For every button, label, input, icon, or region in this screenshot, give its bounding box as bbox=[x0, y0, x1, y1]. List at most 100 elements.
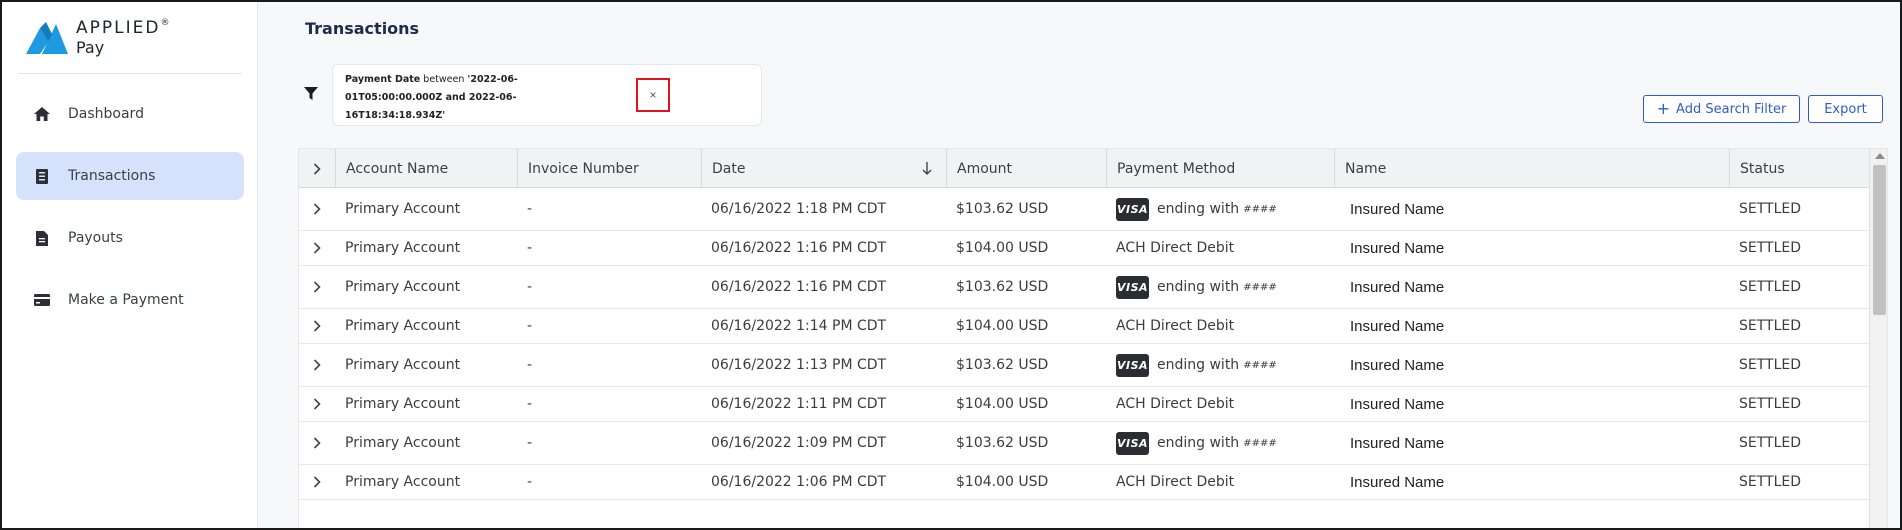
applied-logo-mark-icon bbox=[26, 22, 68, 54]
sidebar-item-label: Dashboard bbox=[68, 106, 144, 122]
table-row[interactable]: Primary Account - 06/16/2022 1:09 PM CDT $1… bbox=[299, 422, 1869, 465]
column-header-label: Status bbox=[1740, 160, 1785, 177]
column-header-label: Invoice Number bbox=[528, 160, 639, 177]
cell-payment-method: ACH Direct Debit bbox=[1106, 309, 1334, 343]
filter-value-part3: 16T18:34:18.934Z' bbox=[345, 110, 446, 121]
table-row[interactable]: Primary Account - 06/16/2022 1:16 PM CDT $1… bbox=[299, 231, 1869, 266]
expand-all-button[interactable] bbox=[299, 149, 335, 188]
cell-name: Insured Name bbox=[1350, 278, 1445, 296]
chevron-right-icon bbox=[313, 162, 321, 175]
export-label: Export bbox=[1824, 101, 1867, 117]
chevron-right-icon bbox=[313, 398, 321, 410]
chevron-right-icon bbox=[313, 242, 321, 254]
cell-invoice-number: - bbox=[527, 396, 533, 412]
cell-date: 06/16/2022 1:18 PM CDT bbox=[711, 201, 887, 217]
add-search-filter-button[interactable]: + Add Search Filter bbox=[1643, 95, 1800, 123]
column-header-amount[interactable]: Amount bbox=[946, 149, 1106, 188]
card-ending-text: ending with bbox=[1157, 201, 1240, 217]
cell-account-name: Primary Account bbox=[345, 357, 461, 373]
receipt-icon bbox=[32, 166, 52, 186]
chevron-right-icon bbox=[313, 320, 321, 332]
card-last4: #### bbox=[1243, 437, 1277, 449]
cell-account-name: Primary Account bbox=[345, 474, 461, 490]
sidebar-item-dashboard[interactable]: Dashboard bbox=[16, 90, 244, 138]
visa-card-icon: VISA bbox=[1116, 275, 1149, 299]
cell-status: SETTLED bbox=[1739, 318, 1802, 334]
export-button[interactable]: Export bbox=[1808, 95, 1883, 123]
scrollbar-thumb[interactable] bbox=[1873, 165, 1886, 315]
table-row[interactable]: Primary Account - 06/16/2022 1:16 PM CDT $1… bbox=[299, 266, 1869, 309]
card-ending-text: ending with bbox=[1157, 279, 1240, 295]
cell-status: SETTLED bbox=[1739, 474, 1802, 490]
table-scrollbar[interactable] bbox=[1869, 149, 1887, 528]
table-row[interactable]: Primary Account - 06/16/2022 1:11 PM CDT $1… bbox=[299, 387, 1869, 422]
cell-invoice-number: - bbox=[527, 435, 533, 451]
cell-amount: $104.00 USD bbox=[956, 240, 1049, 256]
cell-name: Insured Name bbox=[1350, 317, 1445, 335]
filter-value-part1: '2022-06- bbox=[467, 74, 518, 85]
sidebar-item-label: Payouts bbox=[68, 230, 123, 246]
cell-name: Insured Name bbox=[1350, 356, 1445, 374]
card-last4: #### bbox=[1243, 281, 1277, 293]
sidebar-item-make-a-payment[interactable]: Make a Payment bbox=[16, 276, 244, 324]
expand-row-button[interactable] bbox=[299, 266, 335, 308]
transactions-table: Account Name Invoice Number Date Amount … bbox=[298, 148, 1888, 528]
table-row[interactable]: Primary Account - 06/16/2022 1:18 PM CDT $1… bbox=[299, 188, 1869, 231]
expand-row-button[interactable] bbox=[299, 465, 335, 499]
expand-row-button[interactable] bbox=[299, 188, 335, 230]
cell-date: 06/16/2022 1:11 PM CDT bbox=[711, 396, 887, 412]
sidebar-item-payouts[interactable]: Payouts bbox=[16, 214, 244, 262]
column-header-date[interactable]: Date bbox=[701, 149, 946, 188]
cell-status: SETTLED bbox=[1739, 357, 1802, 373]
table-row[interactable]: Primary Account - 06/16/2022 1:06 PM CDT $1… bbox=[299, 465, 1869, 500]
column-header-invoice-number[interactable]: Invoice Number bbox=[517, 149, 701, 188]
sort-descending-icon bbox=[922, 162, 932, 175]
column-header-name[interactable]: Name bbox=[1334, 149, 1729, 188]
visa-card-icon: VISA bbox=[1116, 431, 1149, 455]
column-header-status[interactable]: Status bbox=[1729, 149, 1869, 188]
payment-method-text: ACH Direct Debit bbox=[1116, 396, 1235, 412]
chevron-right-icon bbox=[313, 281, 321, 293]
chevron-right-icon bbox=[313, 476, 321, 488]
cell-account-name: Primary Account bbox=[345, 435, 461, 451]
remove-filter-button[interactable]: × bbox=[636, 78, 670, 112]
filter-description: Payment Date between '2022-06- 01T05:00:… bbox=[345, 71, 525, 125]
cell-invoice-number: - bbox=[527, 357, 533, 373]
cell-date: 06/16/2022 1:13 PM CDT bbox=[711, 357, 887, 373]
table-row[interactable]: Primary Account - 06/16/2022 1:14 PM CDT $1… bbox=[299, 309, 1869, 344]
active-filter-chip: Payment Date between '2022-06- 01T05:00:… bbox=[332, 64, 762, 126]
expand-row-button[interactable] bbox=[299, 387, 335, 421]
visa-card-icon: VISA bbox=[1116, 197, 1149, 221]
expand-row-button[interactable] bbox=[299, 309, 335, 343]
sidebar-item-label: Transactions bbox=[68, 168, 156, 184]
filter-operator: between bbox=[423, 74, 465, 85]
sidebar-item-transactions[interactable]: Transactions bbox=[16, 152, 244, 200]
applied-pay-logo[interactable]: APPLIED® Pay bbox=[26, 18, 206, 58]
expand-row-button[interactable] bbox=[299, 422, 335, 464]
expand-row-button[interactable] bbox=[299, 344, 335, 386]
add-search-filter-label: Add Search Filter bbox=[1676, 101, 1787, 117]
column-header-payment-method[interactable]: Payment Method bbox=[1106, 149, 1334, 188]
cell-account-name: Primary Account bbox=[345, 201, 461, 217]
cell-amount: $104.00 USD bbox=[956, 396, 1049, 412]
scroll-up-arrow-icon[interactable] bbox=[1875, 153, 1885, 159]
cell-status: SETTLED bbox=[1739, 435, 1802, 451]
column-header-label: Name bbox=[1345, 160, 1387, 177]
cell-amount: $103.62 USD bbox=[956, 357, 1049, 373]
cell-invoice-number: - bbox=[527, 240, 533, 256]
cell-account-name: Primary Account bbox=[345, 396, 461, 412]
payment-method-text: ACH Direct Debit bbox=[1116, 474, 1235, 490]
cell-date: 06/16/2022 1:14 PM CDT bbox=[711, 318, 887, 334]
sidebar-divider bbox=[18, 73, 242, 74]
plus-icon: + bbox=[1656, 99, 1671, 118]
card-last4: #### bbox=[1243, 359, 1277, 371]
filter-icon[interactable] bbox=[304, 87, 320, 103]
column-header-account-name[interactable]: Account Name bbox=[335, 149, 517, 188]
cell-status: SETTLED bbox=[1739, 201, 1802, 217]
expand-row-button[interactable] bbox=[299, 231, 335, 265]
cell-payment-method: VISA ending with #### bbox=[1106, 344, 1334, 386]
cell-status: SETTLED bbox=[1739, 240, 1802, 256]
app-window: APPLIED® Pay Dashboard Transactions Payo… bbox=[0, 0, 1902, 530]
cell-payment-method: ACH Direct Debit bbox=[1106, 231, 1334, 265]
table-row[interactable]: Primary Account - 06/16/2022 1:13 PM CDT $1… bbox=[299, 344, 1869, 387]
